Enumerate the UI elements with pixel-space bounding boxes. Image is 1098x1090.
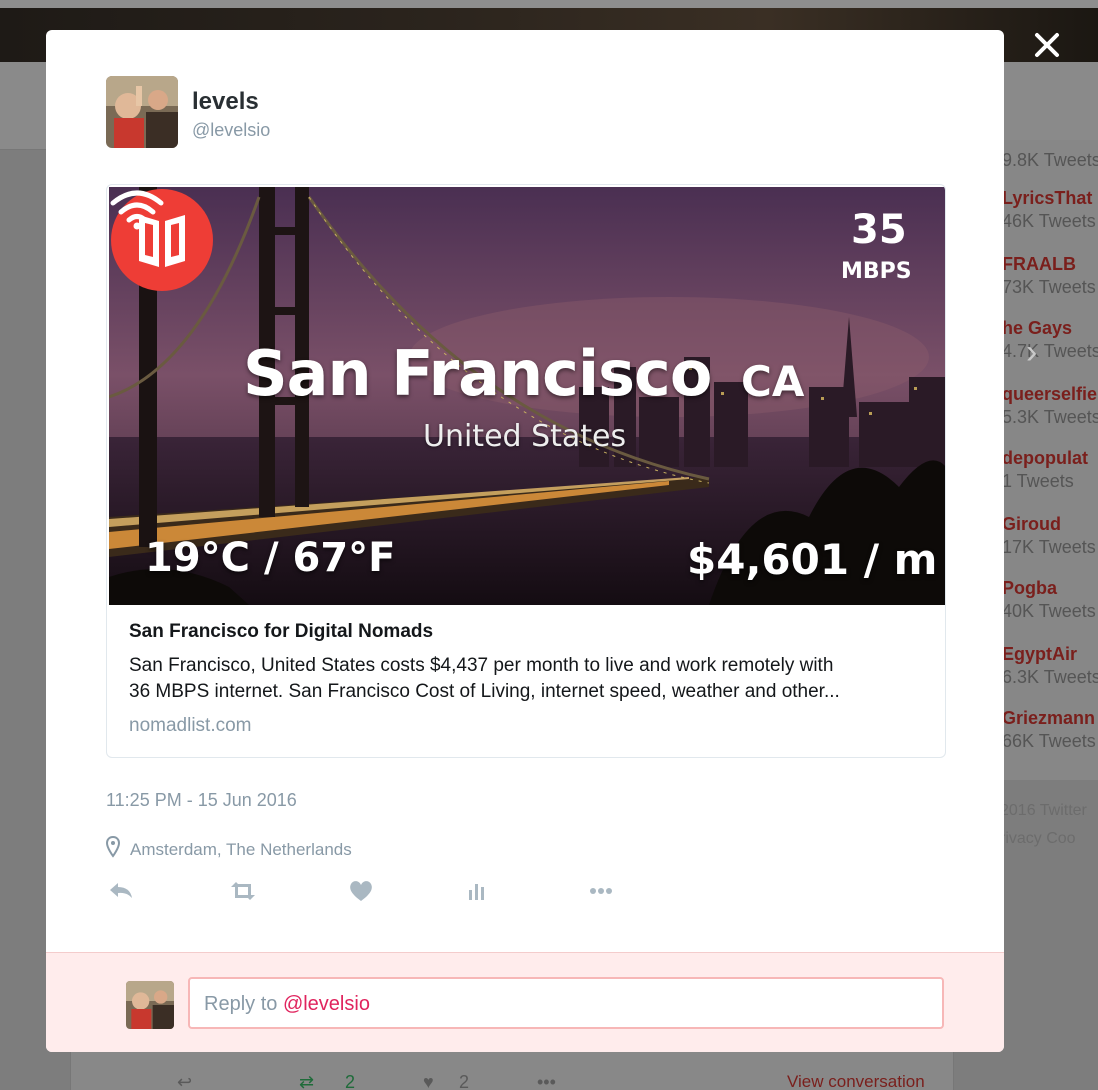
trend-name: Pogba [1002, 578, 1058, 598]
card-domain: nomadlist.com [129, 715, 252, 736]
trend-item: Griezmann 66K Tweets [1002, 708, 1098, 752]
location-text: Amsterdam, The Netherlands [130, 840, 352, 859]
trend-item: Giroud 17K Tweets [1002, 514, 1098, 558]
trend-count: 40K Tweets [1002, 601, 1096, 621]
internet-speed-value: 35 [851, 207, 907, 253]
more-icon: ••• [537, 1072, 556, 1090]
wifi-icon [110, 190, 164, 230]
temperature: 19°C / 67°F [145, 535, 396, 581]
close-icon[interactable] [1030, 28, 1064, 62]
background-next-tweet: ↩ ⇄ 2 ♥ 2 ••• View conversation [70, 1052, 954, 1090]
trend-count: 73K Tweets [1002, 277, 1096, 297]
trend-count: 6.3K Tweets [1002, 667, 1098, 687]
card-image[interactable]: 35 MBPS San Francisco CA United States 1… [109, 187, 945, 605]
reply-mention: @levelsio [282, 993, 370, 1015]
trend-item: depopulat 1 Tweets [1002, 448, 1098, 492]
trend-item: EgyptAir 6.3K Tweets [1002, 644, 1098, 688]
trend-count: 46K Tweets [1002, 211, 1096, 231]
like-icon: ♥ [423, 1072, 434, 1090]
card-body[interactable]: San Francisco for Digital Nomads San Fra… [129, 621, 929, 737]
trend-name: Giroud [1002, 514, 1061, 534]
trend-count: 1 Tweets [1002, 471, 1074, 491]
footer-copyright: 2016 Twitter [1000, 802, 1087, 819]
footer-links: rivacy Coo [1000, 830, 1076, 847]
retweet-icon[interactable] [228, 876, 258, 906]
like-count: 2 [459, 1072, 470, 1090]
trend-count: 5.3K Tweets [1002, 407, 1098, 427]
city-name: San Francisco [243, 337, 712, 410]
internet-speed-unit: MBPS [841, 259, 912, 284]
view-conversation-link[interactable]: View conversation [787, 1072, 925, 1090]
card-title: San Francisco for Digital Nomads [129, 621, 434, 642]
author-name[interactable]: levels [192, 88, 259, 116]
avatar [126, 981, 174, 1029]
analytics-icon[interactable] [462, 876, 492, 906]
trend-name: EgyptAir [1002, 644, 1078, 664]
trend-count: 9.8K Tweets [1002, 150, 1098, 170]
monthly-cost: $4,601 / m [687, 535, 938, 584]
card-description-line: 36 MBPS internet. San Francisco Cost of … [129, 681, 840, 702]
tweet-modal: levels @levelsio 35 MBPS San Francisco C… [46, 30, 1004, 1052]
retweet-icon: ⇄ [299, 1072, 315, 1090]
background-trends-list: 9.8K Tweets LyricsThat 46K Tweets FRAALB… [990, 140, 1098, 780]
reply-placeholder: Reply to @levelsio [204, 993, 370, 1016]
trend-item: LyricsThat 46K Tweets [1002, 188, 1098, 232]
trend-item: queerselfie 5.3K Tweets [1002, 384, 1098, 428]
trend-item: 9.8K Tweets [1002, 148, 1098, 171]
tweet-actions [106, 876, 666, 906]
country-name: United States [423, 419, 627, 454]
tweet-timestamp[interactable]: 11:25 PM - 15 Jun 2016 [106, 790, 297, 811]
trend-item: FRAALB 73K Tweets [1002, 254, 1098, 298]
avatar[interactable] [106, 76, 178, 148]
more-icon[interactable] [586, 876, 616, 906]
trend-count: 66K Tweets [1002, 731, 1096, 751]
retweet-count: 2 [345, 1072, 356, 1090]
trend-name: queerselfie [1002, 384, 1098, 404]
trend-name: FRAALB [1002, 254, 1076, 274]
background-footer: 2016 Twitter rivacy Coo [1000, 802, 1098, 858]
reply-icon[interactable] [106, 876, 136, 906]
trend-name: depopulat [1002, 448, 1088, 468]
trend-count: 17K Tweets [1002, 537, 1096, 557]
like-icon[interactable] [346, 876, 376, 906]
link-card[interactable]: 35 MBPS San Francisco CA United States 1… [106, 184, 946, 758]
reply-prefix-text: Reply to [204, 993, 283, 1015]
chevron-right-icon[interactable]: › [1026, 334, 1056, 370]
trend-item: Pogba 40K Tweets [1002, 578, 1098, 622]
author-handle[interactable]: @levelsio [192, 120, 270, 141]
trend-name: Griezmann [1002, 708, 1096, 728]
reply-input[interactable]: Reply to @levelsio [188, 977, 944, 1029]
card-description-line: San Francisco, United States costs $4,43… [129, 655, 834, 676]
reply-area: Reply to @levelsio [46, 952, 1004, 1052]
card-description: San Francisco, United States costs $4,43… [129, 653, 929, 705]
state-code: CA [741, 357, 805, 406]
location-pin-icon [106, 836, 120, 858]
trend-name: LyricsThat [1002, 188, 1093, 208]
reply-icon: ↩ [177, 1072, 193, 1090]
